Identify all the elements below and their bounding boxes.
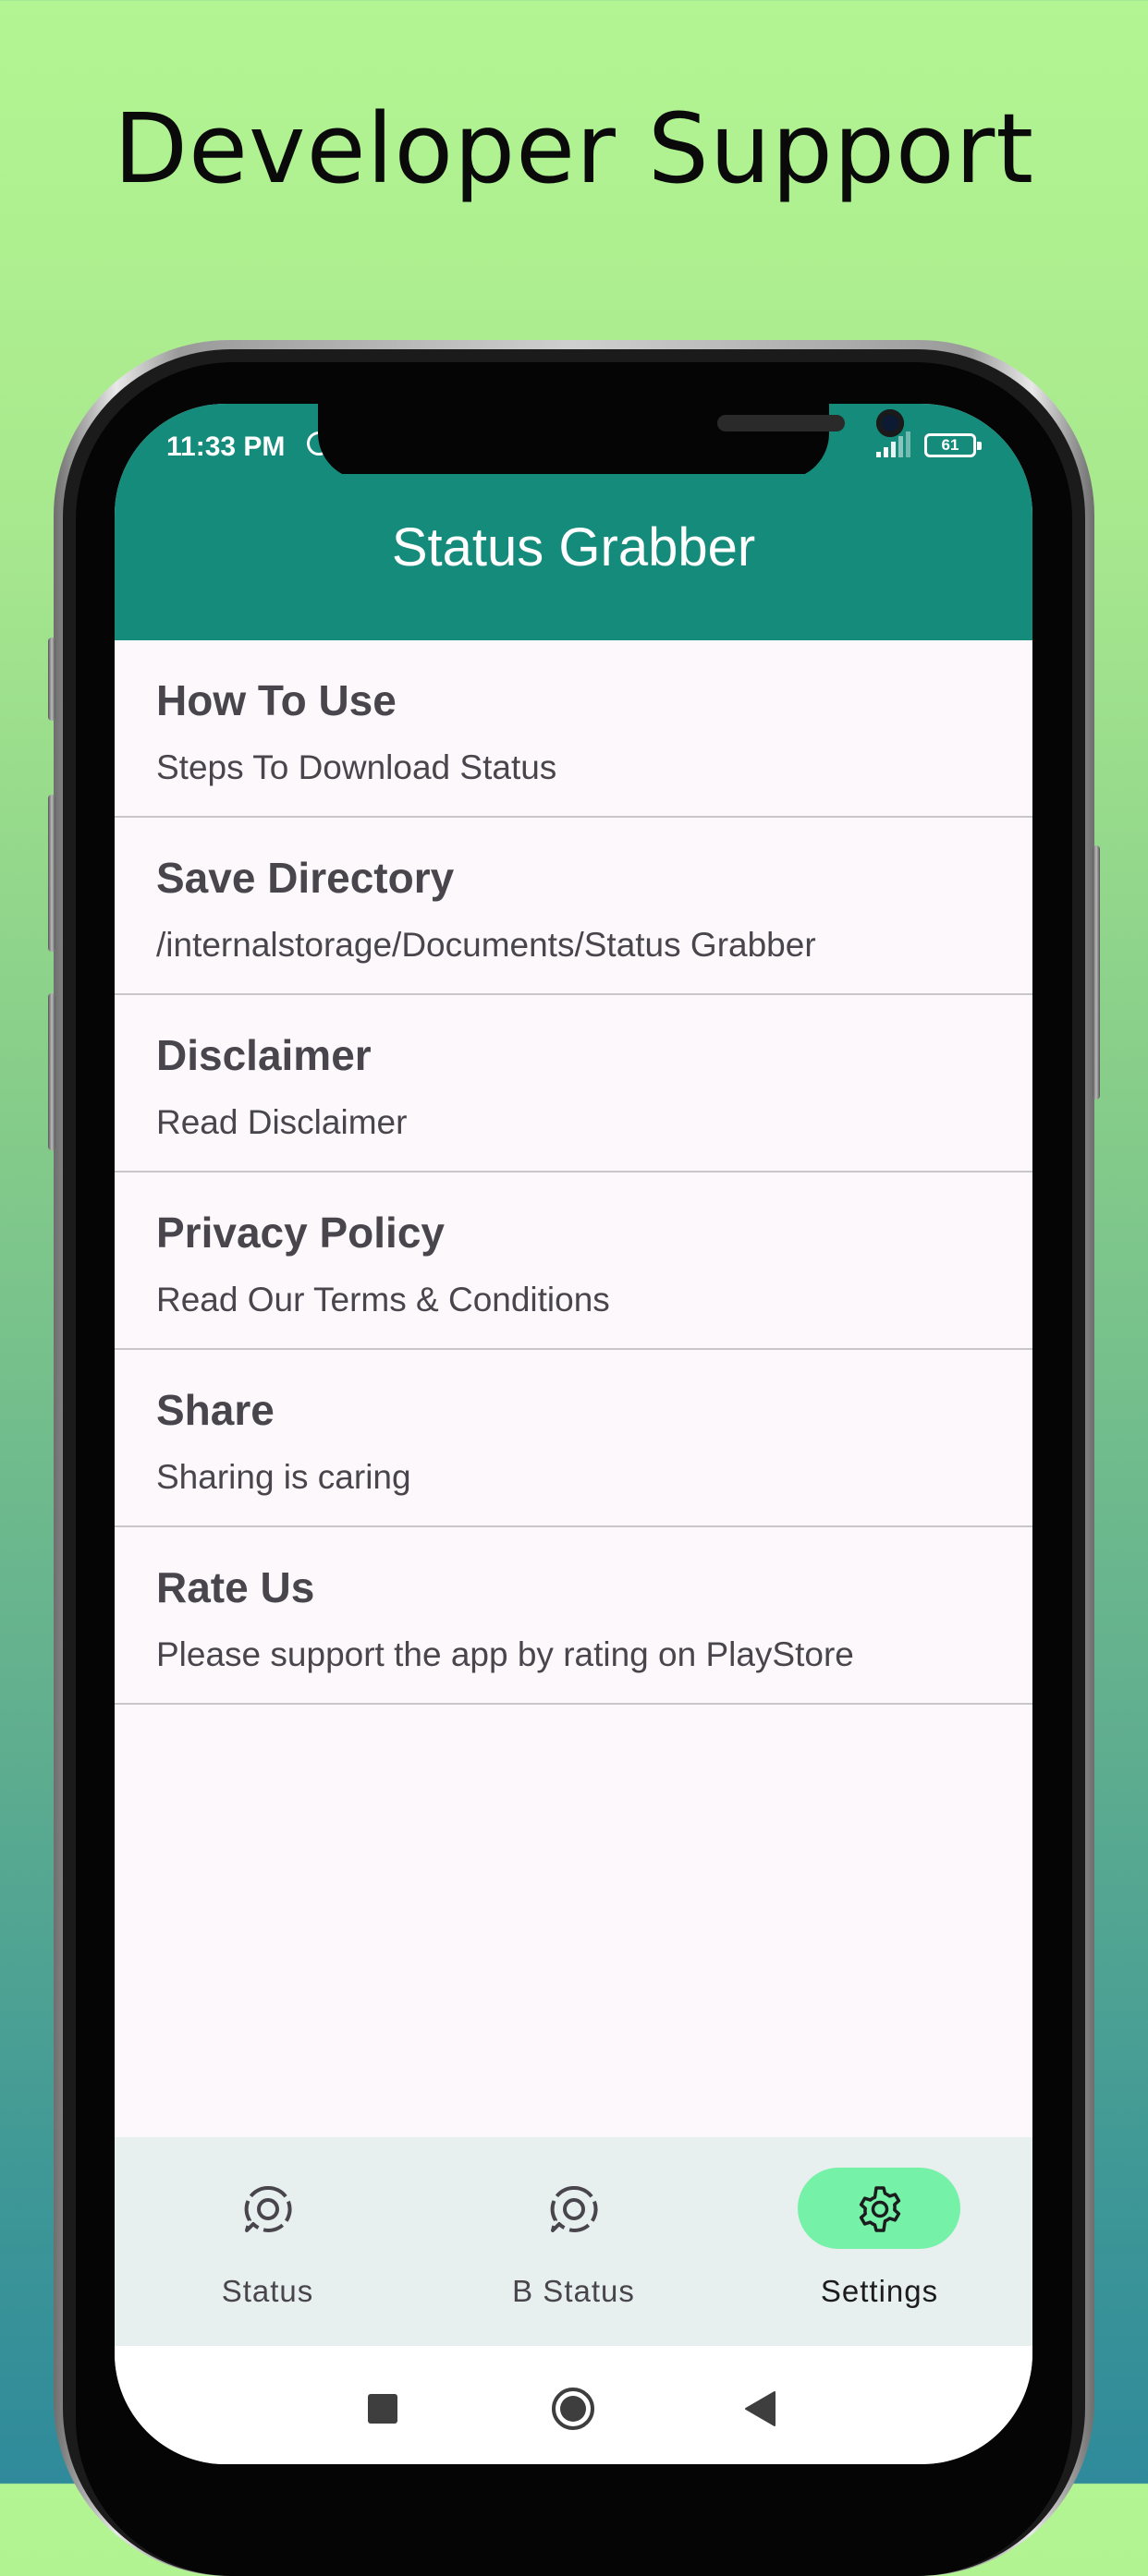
settings-item-title: Share (156, 1386, 275, 1434)
promo-headline: Developer Support (113, 92, 1035, 205)
settings-list: How To Use Steps To Download Status Save… (115, 640, 1032, 1705)
settings-item-subtitle: Please support the app by rating on Play… (156, 1635, 854, 1673)
back-triangle-icon[interactable] (743, 2390, 776, 2427)
settings-item-subtitle: Sharing is caring (156, 1458, 411, 1496)
settings-item-subtitle: Read Our Terms & Conditions (156, 1281, 610, 1318)
settings-item-how-to-use[interactable]: How To Use Steps To Download Status (115, 640, 1032, 818)
nav-label: B Status (512, 2274, 635, 2308)
app-title: Status Grabber (391, 517, 756, 577)
nav-label: Settings (820, 2274, 939, 2308)
phone-volume-up-button (48, 795, 55, 952)
phone-volume-down-button (48, 993, 55, 1150)
battery-icon: 61 (924, 433, 982, 457)
settings-item-share[interactable]: Share Sharing is caring (115, 1350, 1032, 1527)
settings-item-title: Disclaimer (156, 1031, 372, 1079)
nav-tab-b-status[interactable]: B Status (421, 2137, 727, 2346)
settings-item-disclaimer[interactable]: Disclaimer Read Disclaimer (115, 995, 1032, 1173)
settings-item-title: Privacy Policy (156, 1209, 445, 1257)
recents-square-icon[interactable] (368, 2394, 397, 2424)
camera-notch (318, 404, 904, 480)
system-navigation-bar (115, 2346, 1032, 2464)
settings-item-rate-us[interactable]: Rate Us Please support the app by rating… (115, 1527, 1032, 1705)
settings-item-save-directory[interactable]: Save Directory /internalstorage/Document… (115, 818, 1032, 995)
phone-power-button (1093, 845, 1100, 1100)
app-bar: Status Grabber (115, 474, 1032, 640)
nav-tab-settings[interactable]: Settings (727, 2137, 1032, 2346)
phone-mute-switch (48, 638, 55, 721)
nav-label: Status (221, 2274, 314, 2308)
settings-item-title: Rate Us (156, 1563, 315, 1611)
settings-item-subtitle: /internalstorage/Documents/Status Grabbe… (156, 926, 816, 964)
front-camera (876, 409, 904, 437)
settings-item-privacy-policy[interactable]: Privacy Policy Read Our Terms & Conditio… (115, 1173, 1032, 1350)
settings-item-subtitle: Steps To Download Status (156, 748, 557, 786)
status-chat-icon (550, 2185, 598, 2232)
earpiece-speaker (717, 415, 845, 431)
settings-item-title: How To Use (156, 676, 397, 724)
home-circle-icon[interactable] (551, 2387, 595, 2431)
status-time: 11:33 PM (166, 431, 286, 462)
gear-icon (859, 2186, 901, 2232)
settings-item-subtitle: Read Disclaimer (156, 1103, 408, 1141)
status-chat-icon (244, 2185, 292, 2232)
bottom-navigation: Status B Status Settings (115, 2137, 1032, 2346)
nav-tab-status[interactable]: Status (115, 2137, 421, 2346)
phone-screen: 11:33 PM 61 Status Grabber How To Use St… (115, 404, 1032, 2464)
settings-item-title: Save Directory (156, 854, 455, 902)
